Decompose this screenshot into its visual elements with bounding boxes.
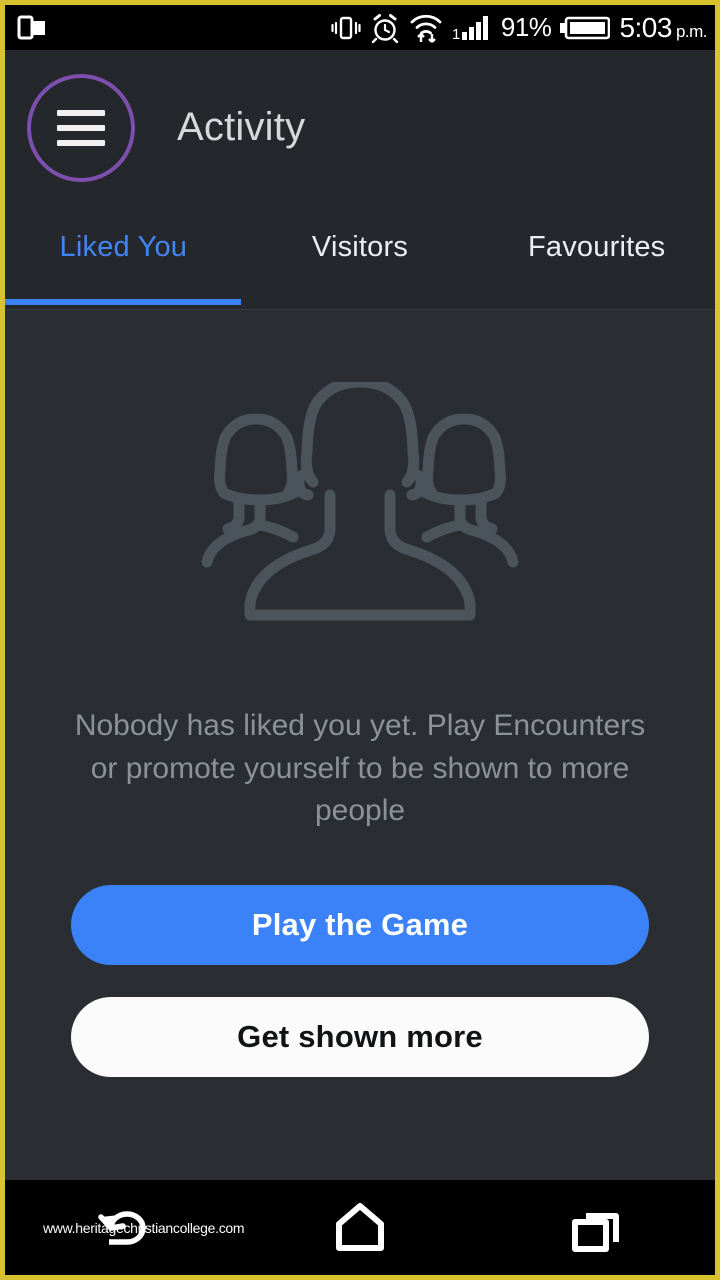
empty-state-message: Nobody has liked you yet. Play Encounter… <box>74 709 646 828</box>
status-bar-clock: 5:03 p.m. <box>619 12 707 44</box>
hamburger-menu-icon <box>57 109 105 146</box>
tab-bar-divider <box>5 309 715 310</box>
clock-period: p.m. <box>675 21 708 41</box>
wifi-icon <box>410 14 442 43</box>
svg-text:1: 1 <box>452 26 460 43</box>
clock-time: 5:03 <box>619 11 672 43</box>
tab-favourites[interactable]: Favourites <box>478 205 715 264</box>
battery-percent-label: 91% <box>500 12 552 42</box>
vibrate-icon <box>331 16 361 39</box>
battery-icon <box>560 16 611 39</box>
nav-home-button[interactable] <box>242 1202 479 1254</box>
signal-icon: 1 <box>452 15 488 43</box>
system-nav-bar: www.heritagechristiancollege.com <box>5 1180 715 1275</box>
status-bar: 1 91% 5:03 p.m. <box>5 5 715 50</box>
status-bar-left <box>17 13 47 43</box>
people-group-icon <box>201 382 519 621</box>
app-bar: Activity <box>5 50 715 205</box>
home-icon <box>336 1202 384 1251</box>
nav-back-button[interactable] <box>5 1201 242 1255</box>
recents-icon <box>571 1212 619 1252</box>
main-content: Nobody has liked you yet. Play Encounter… <box>5 310 715 1180</box>
tab-liked-you[interactable]: Liked You <box>5 205 242 264</box>
multi-window-icon <box>17 15 45 39</box>
menu-button[interactable] <box>27 73 135 182</box>
alarm-icon <box>371 13 399 43</box>
nav-recents-button[interactable] <box>478 1202 715 1254</box>
tab-bar: Liked You Visitors Favourites <box>5 205 715 310</box>
back-icon <box>98 1210 147 1245</box>
phone-frame: 1 91% 5:03 p.m. Activity Liked You Visit… <box>0 0 720 1280</box>
status-bar-right: 1 91% 5:03 p.m. <box>331 12 708 44</box>
page-title: Activity <box>177 105 306 149</box>
play-the-game-button[interactable]: Play the Game <box>71 884 649 965</box>
tab-active-indicator <box>5 299 241 305</box>
get-shown-more-button[interactable]: Get shown more <box>71 996 649 1077</box>
tab-visitors[interactable]: Visitors <box>242 205 479 264</box>
